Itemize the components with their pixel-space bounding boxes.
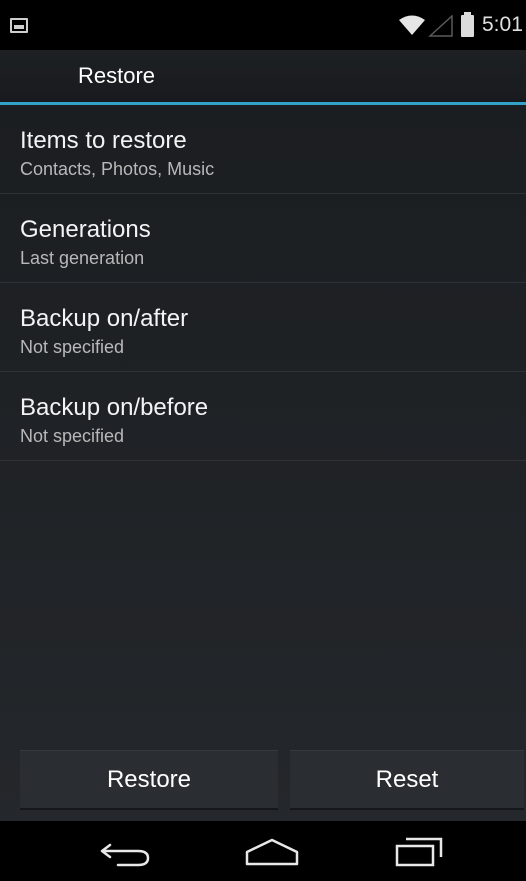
pref-generations[interactable]: Generations Last generation — [0, 194, 526, 283]
clock: 5:01 — [482, 13, 523, 36]
pref-title: Backup on/after — [20, 305, 189, 332]
button-bar: Restore Reset — [0, 750, 526, 821]
status-bar: 5:01 — [0, 0, 526, 50]
pref-backup-on-before[interactable]: Backup on/before Not specified — [0, 372, 526, 461]
preferences-screen: Items to restore Contacts, Photos, Music… — [0, 105, 526, 821]
home-icon[interactable] — [244, 837, 300, 867]
back-icon[interactable] — [98, 839, 154, 867]
picture-icon — [10, 18, 28, 33]
reset-button[interactable]: Reset — [290, 750, 524, 808]
page-title: Restore — [78, 63, 156, 88]
pref-items-to-restore[interactable]: Items to restore Contacts, Photos, Music — [0, 105, 526, 194]
pref-summary: Not specified — [20, 426, 125, 446]
preference-list: Items to restore Contacts, Photos, Music… — [0, 105, 526, 461]
recents-icon[interactable] — [394, 837, 444, 867]
pref-title: Backup on/before — [20, 394, 209, 421]
pref-summary: Contacts, Photos, Music — [20, 159, 215, 179]
pref-title: Items to restore — [20, 127, 187, 154]
pref-title: Generations — [20, 216, 151, 243]
restore-button[interactable]: Restore — [20, 750, 278, 808]
battery-icon — [461, 12, 474, 37]
pref-backup-on-after[interactable]: Backup on/after Not specified — [0, 283, 526, 372]
pref-summary: Last generation — [20, 248, 145, 268]
navigation-bar — [0, 821, 526, 881]
action-bar: Restore — [0, 50, 526, 105]
pref-summary: Not specified — [20, 337, 125, 357]
signal-icon — [428, 15, 453, 37]
wifi-icon — [399, 15, 425, 35]
